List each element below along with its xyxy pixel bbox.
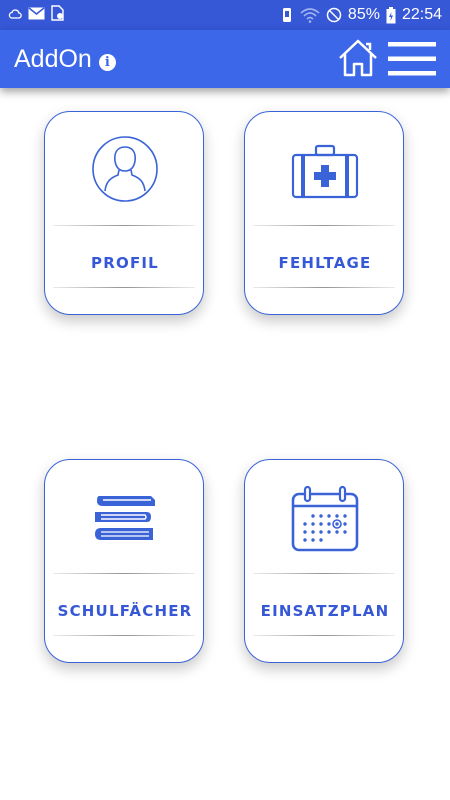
tile-divider [253,573,395,574]
status-bar-left [8,5,65,25]
tile-divider [253,635,395,636]
home-button[interactable] [337,37,379,79]
profil-tile[interactable]: PROFIL [44,111,204,315]
einsatzplan-tile[interactable]: EINSATZPLAN [244,459,404,663]
tile-divider [53,573,195,574]
document-download-icon [51,5,65,25]
vibrate-icon [280,7,294,23]
tile-label: PROFIL [91,254,159,272]
tile-divider [53,225,195,226]
books-icon [95,496,155,540]
clock: 22:54 [401,6,442,23]
person-icon [92,136,158,202]
status-bar: 85% 22:54 [0,0,450,30]
wifi-icon [300,7,320,23]
tile-divider [53,635,195,636]
tile-divider [253,225,395,226]
app-bar: AddOn i [0,30,450,88]
tile-label: EINSATZPLAN [260,602,390,620]
hamburger-menu-icon [388,42,436,76]
do-not-disturb-icon [326,7,342,23]
fehltage-tile[interactable]: FEHLTAGE [244,111,404,315]
first-aid-kit-icon [291,144,359,199]
app-title: AddOn [14,44,92,73]
calendar-icon [291,485,359,552]
schulfaecher-tile[interactable]: SCHULFÄCHER [44,459,204,663]
battery-percent: 85% [347,6,380,23]
battery-icon [386,6,396,24]
tile-divider [253,287,395,288]
mail-icon [28,6,45,24]
menu-button[interactable] [388,42,436,76]
status-bar-right: 85% 22:54 [280,6,442,24]
tile-divider [53,287,195,288]
info-icon[interactable]: i [98,53,116,71]
cloud-icon [8,7,22,24]
tile-label: SCHULFÄCHER [57,602,193,620]
tile-label: FEHLTAGE [278,254,372,272]
home-icon [339,39,377,77]
